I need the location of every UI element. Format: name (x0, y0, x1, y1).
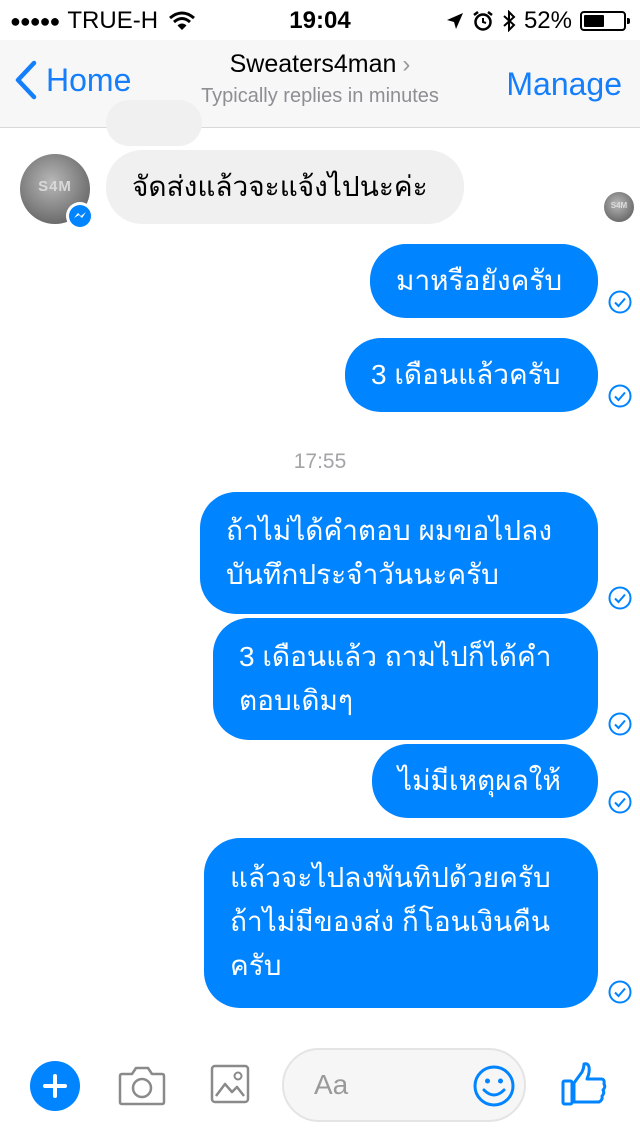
battery-fill (584, 15, 604, 27)
timestamp: 17:55 (293, 450, 347, 473)
manage-button[interactable]: Manage (506, 66, 622, 103)
check-circle-icon (608, 586, 632, 610)
add-button[interactable] (30, 1061, 80, 1111)
status-bar: ●●●●● TRUE-H 19:04 52% (0, 0, 640, 40)
avatar-logo-text: S4M (38, 178, 72, 195)
message-input-container[interactable] (282, 1048, 526, 1122)
composer-bar (0, 1036, 640, 1136)
check-circle-icon (608, 980, 632, 1004)
message-bubble[interactable]: ไม่มีเหตุผลให้ (372, 744, 598, 818)
nav-bar: Home Sweaters4man › Typically replies in … (0, 40, 640, 128)
cut-off-message-bubble (106, 100, 202, 146)
message-bubble[interactable]: แล้วจะไปลงพันทิปด้วยครับ ถ้าไม่มีของส่ง … (204, 838, 598, 1008)
battery-percent: 52% (523, 7, 572, 34)
chevron-right-icon: › (402, 51, 411, 78)
bluetooth-icon (503, 10, 516, 32)
messenger-badge-icon (66, 202, 94, 230)
thumbs-up-icon[interactable] (560, 1060, 608, 1108)
location-arrow-icon (446, 13, 463, 29)
message-bubble[interactable]: 3 เดือนแล้ว ถามไปก็ได้คำ ตอบเดิมๆ (213, 618, 598, 740)
status-right: 52% (446, 7, 630, 35)
check-circle-icon (608, 384, 632, 408)
message-bubble[interactable]: 3 เดือนแล้วครับ (345, 338, 598, 412)
page-title: Sweaters4man (229, 50, 397, 78)
seen-avatar-text: S4M (610, 201, 628, 210)
message-bubble[interactable]: ถ้าไม่ได้คำตอบ ผมขอไปลง บันทึกประจำวันนะ… (200, 492, 598, 614)
camera-icon[interactable] (118, 1064, 166, 1106)
gallery-icon[interactable] (210, 1064, 250, 1104)
check-circle-icon (608, 290, 632, 314)
check-circle-icon (608, 790, 632, 814)
alarm-icon (473, 11, 493, 31)
battery-icon (580, 11, 630, 31)
message-input[interactable] (312, 1064, 466, 1106)
message-bubble[interactable]: จัดส่งแล้วจะแจ้งไปนะค่ะ (106, 150, 464, 224)
seen-avatar: S4M (604, 192, 634, 222)
message-bubble[interactable]: มาหรือยังครับ (370, 244, 598, 318)
emoji-icon[interactable] (472, 1064, 516, 1108)
check-circle-icon (608, 712, 632, 736)
